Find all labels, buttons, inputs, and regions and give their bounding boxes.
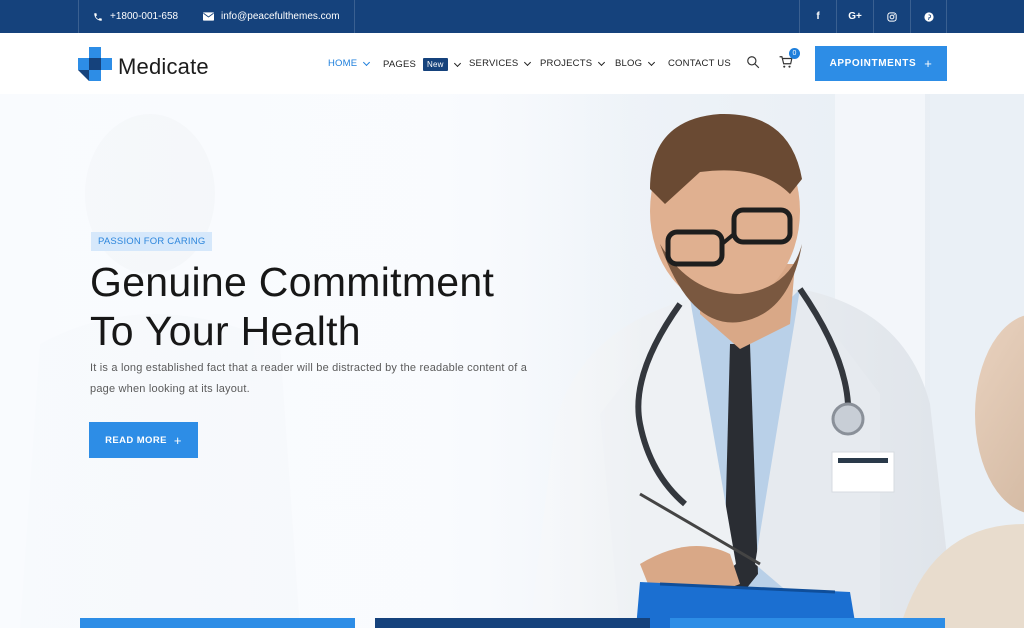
google-plus-icon[interactable]: G+	[836, 0, 873, 33]
chevron-down-icon	[524, 58, 532, 66]
new-badge: New	[423, 58, 448, 71]
chevron-down-icon	[453, 59, 461, 67]
nav-item-home[interactable]: HOME	[328, 58, 371, 69]
search-icon[interactable]	[746, 55, 760, 74]
nav-item-contact-us[interactable]: CONTACT US	[668, 58, 731, 69]
hero-title-line-1: Genuine Commitment	[90, 259, 495, 305]
medical-cross-logo-icon	[78, 47, 112, 86]
nav-label: PAGES	[383, 59, 417, 70]
chevron-down-icon	[598, 58, 606, 66]
nav-item-services[interactable]: SERVICES	[469, 58, 532, 69]
nav-item-projects[interactable]: PROJECTS	[540, 58, 606, 69]
plus-icon: +	[173, 432, 182, 448]
chevron-down-icon	[363, 58, 371, 66]
read-more-button[interactable]: READ MORE +	[89, 422, 198, 458]
chevron-down-icon	[648, 58, 656, 66]
feature-card-1[interactable]	[80, 618, 355, 628]
nav-label: CONTACT US	[668, 58, 731, 69]
facebook-icon[interactable]: f	[799, 0, 836, 33]
hero-title-line-2: To Your Health	[90, 308, 361, 354]
instagram-icon[interactable]	[873, 0, 910, 33]
appointments-label: APPOINTMENTS	[829, 58, 917, 69]
phone-icon	[93, 12, 103, 22]
nav-label: SERVICES	[469, 58, 519, 69]
cart-count-badge: 0	[789, 48, 800, 59]
phone-contact[interactable]: +1800-001-658	[93, 0, 178, 33]
hero-section: PASSION FOR CARING Genuine Commitment To…	[0, 94, 1024, 628]
nav-label: BLOG	[615, 58, 643, 69]
hero-title: Genuine Commitment To Your Health	[90, 258, 570, 356]
main-header: Medicate HOME PAGES New SERVICES PROJECT…	[0, 33, 1024, 94]
phone-number: +1800-001-658	[110, 11, 179, 22]
topbar-divider	[78, 0, 79, 33]
read-more-label: READ MORE	[105, 434, 167, 446]
pinterest-icon[interactable]	[910, 0, 947, 33]
hero-tag: PASSION FOR CARING	[91, 232, 213, 251]
nav-item-blog[interactable]: BLOG	[615, 58, 656, 69]
nav-label: HOME	[328, 58, 358, 69]
nav-item-pages[interactable]: PAGES New	[383, 58, 461, 71]
cart-icon[interactable]: 0	[779, 48, 800, 74]
nav-label: PROJECTS	[540, 58, 593, 69]
site-logo[interactable]: Medicate	[78, 47, 209, 86]
feature-card-3[interactable]	[670, 618, 945, 628]
email-address: info@peacefulthemes.com	[221, 11, 340, 22]
logo-text: Medicate	[118, 53, 209, 79]
top-bar: +1800-001-658 info@peacefulthemes.com f …	[0, 0, 1024, 33]
email-contact[interactable]: info@peacefulthemes.com	[203, 0, 340, 33]
facebook-label: f	[816, 11, 820, 22]
plus-icon: +	[924, 56, 933, 71]
hero-description: It is a long established fact that a rea…	[90, 362, 528, 395]
google-plus-label: G+	[848, 11, 862, 22]
topbar-divider	[354, 0, 355, 33]
feature-card-2[interactable]	[375, 618, 650, 628]
appointments-button[interactable]: APPOINTMENTS +	[815, 46, 947, 81]
envelope-icon	[203, 12, 214, 21]
